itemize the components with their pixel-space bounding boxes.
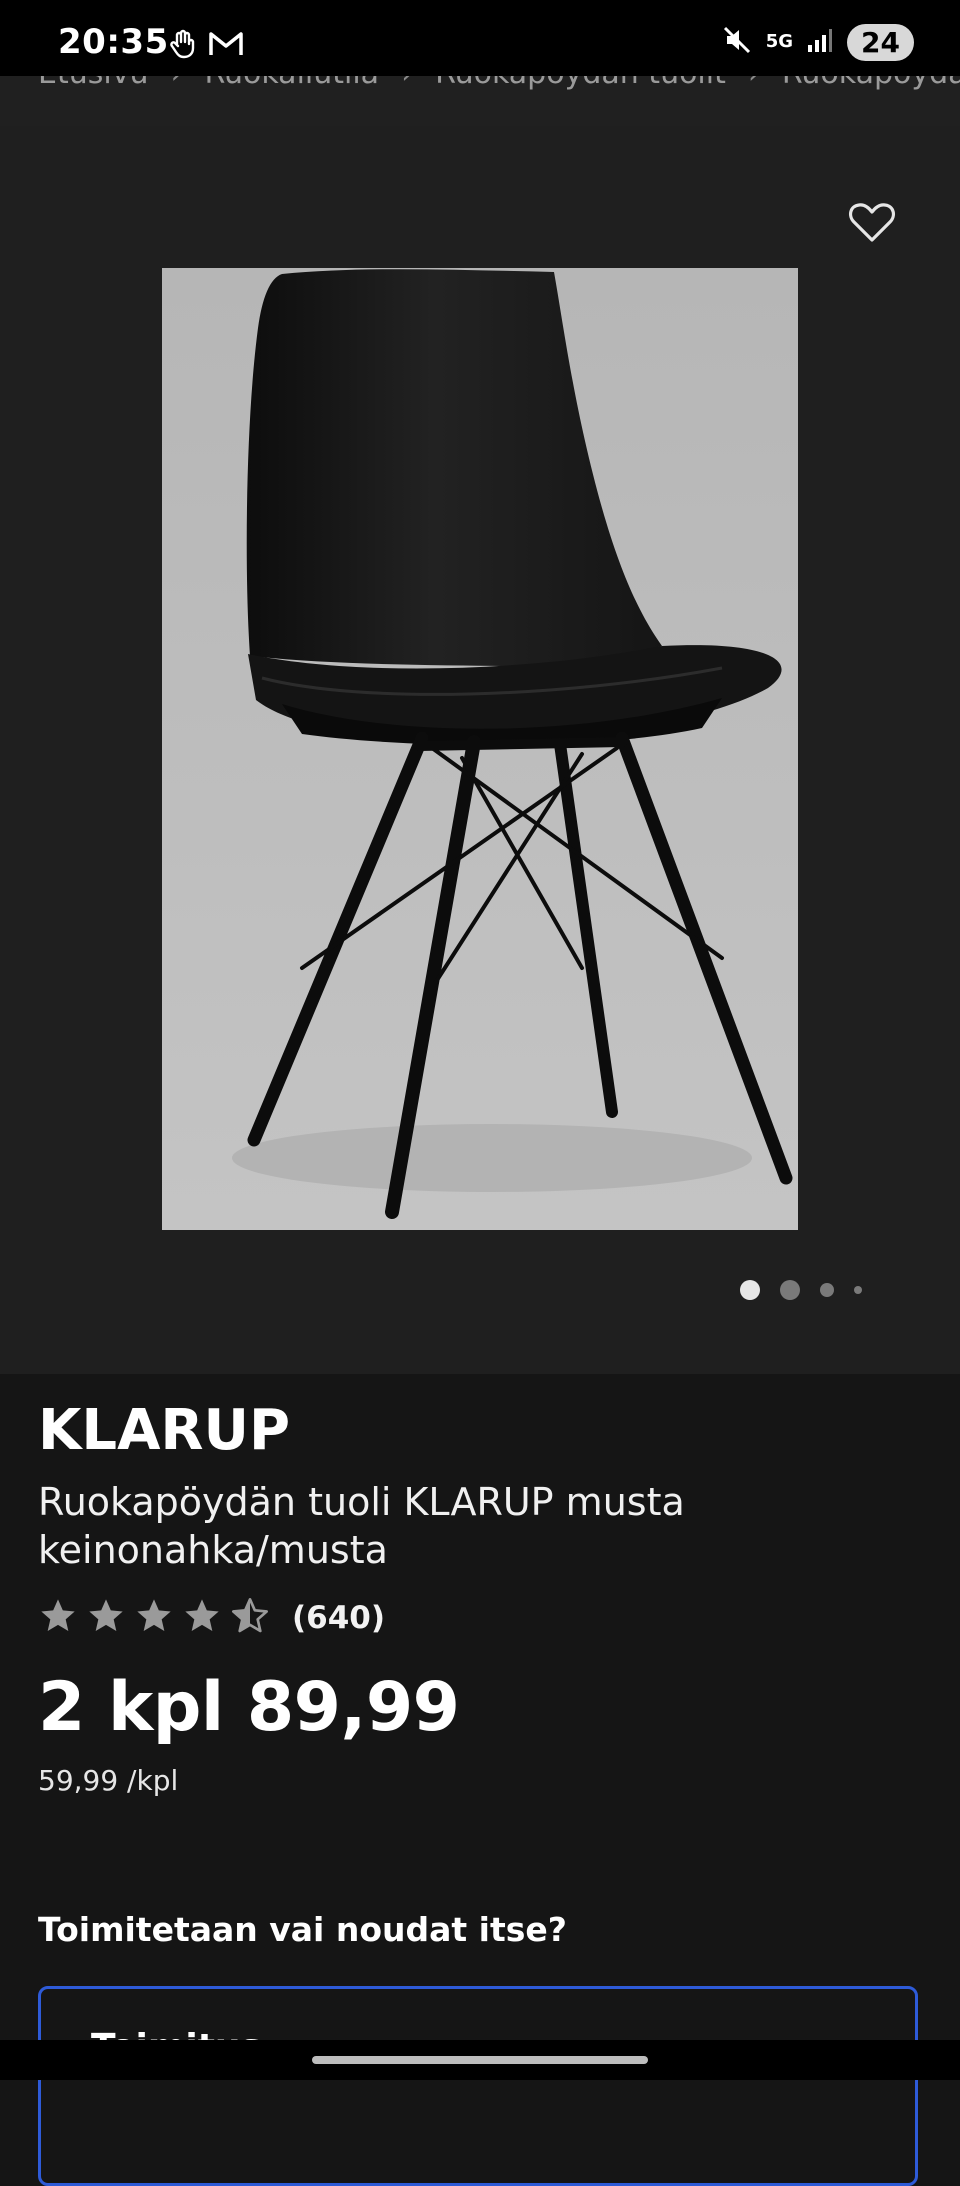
pagination-dot[interactable]	[854, 1286, 862, 1294]
star-icon	[182, 1596, 222, 1640]
gallery-pagination	[740, 1280, 862, 1300]
signal-icon	[807, 27, 833, 57]
battery-icon: 24	[847, 23, 914, 61]
delivery-option-card[interactable]: Toimitus	[38, 1986, 918, 2186]
status-icons: 5G 24	[722, 22, 914, 62]
status-time: 20:35	[58, 22, 169, 62]
rating-count: (640)	[292, 1600, 386, 1636]
product-rating[interactable]: (640)	[38, 1596, 385, 1640]
status-bar: 20:35 5G 24	[0, 0, 960, 76]
hand-gesture-icon	[168, 28, 200, 60]
pagination-dot[interactable]	[820, 1283, 834, 1297]
half-star-icon	[230, 1596, 270, 1640]
star-icon	[86, 1596, 126, 1640]
pagination-dot-active[interactable]	[740, 1280, 760, 1300]
mute-icon	[722, 25, 752, 59]
product-image[interactable]	[162, 268, 798, 1230]
favorite-heart-icon[interactable]	[846, 196, 898, 248]
star-icon	[134, 1596, 174, 1640]
delivery-heading: Toimitetaan vai noudat itse?	[38, 1910, 567, 1949]
product-price: 2 kpl 89,99	[38, 1668, 460, 1747]
star-icon	[38, 1596, 78, 1640]
gmail-icon	[208, 30, 244, 58]
product-description: Ruokapöydän tuoli KLARUP musta keinonahk…	[38, 1480, 685, 1572]
product-brand: KLARUP	[38, 1398, 291, 1463]
pagination-dot[interactable]	[780, 1280, 800, 1300]
5g-icon: 5G	[765, 31, 794, 52]
unit-price: 59,99 /kpl	[38, 1764, 179, 1797]
home-indicator[interactable]	[312, 2056, 648, 2064]
system-navigation-bar	[0, 2040, 960, 2080]
